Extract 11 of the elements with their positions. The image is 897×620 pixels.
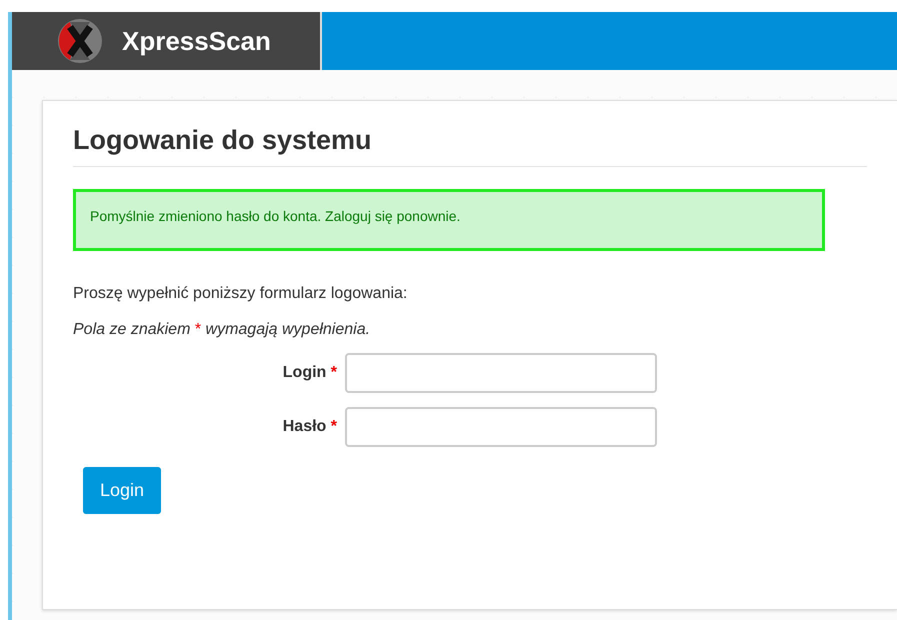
instruction-text: Proszę wypełnić poniższy formularz logowania:: [73, 285, 408, 303]
logo-icon: [56, 17, 104, 65]
input-field[interactable]: [345, 407, 657, 447]
field-label: Login *: [282, 364, 337, 382]
field-label: Hasło *: [282, 418, 337, 436]
input-field[interactable]: [345, 353, 657, 393]
required-note: Pola ze znakiem * wymagają wypełnienia.: [73, 321, 372, 339]
page-title: Logowanie do systemu: [73, 125, 867, 167]
success-alert: Pomyślnie zmieniono hasło do konta. Zaloguj się ponownie.: [73, 189, 825, 251]
login-button[interactable]: Login: [83, 467, 162, 514]
brand-name: XpressScan: [122, 26, 271, 56]
